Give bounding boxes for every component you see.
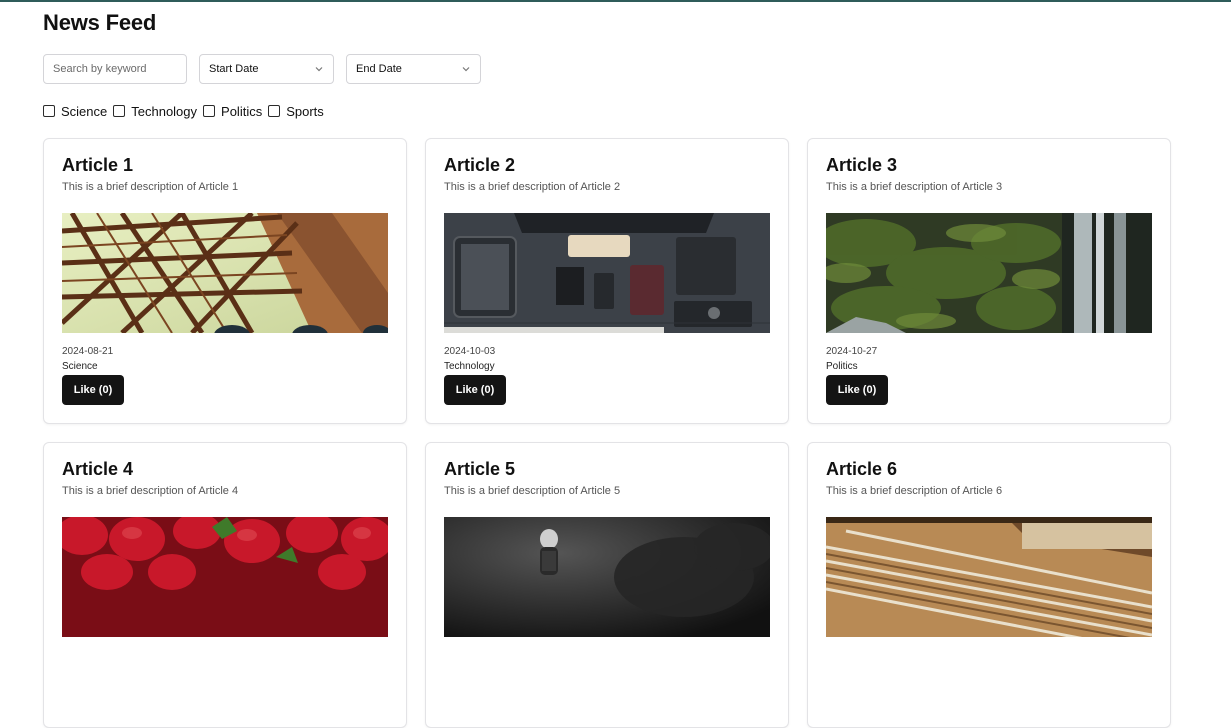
article-image <box>826 517 1152 637</box>
article-image <box>444 213 770 333</box>
science-checkbox[interactable] <box>43 105 55 117</box>
article-title: Article 1 <box>62 155 134 175</box>
article-card[interactable]: Article 5 This is a brief description of… <box>425 442 789 728</box>
article-image <box>826 213 1152 333</box>
article-card[interactable]: Article 2 This is a brief description of… <box>425 138 789 424</box>
technology-checkbox[interactable] <box>113 105 126 117</box>
page-title: News Feed <box>43 10 157 35</box>
filter-label: Technology <box>131 103 198 119</box>
chevron-down-icon <box>461 64 471 74</box>
filter-technology[interactable]: Technology <box>113 104 197 119</box>
article-image <box>62 517 388 637</box>
article-card[interactable]: Article 3 This is a brief description of… <box>807 138 1171 424</box>
filter-sports[interactable]: Sports <box>268 104 324 119</box>
article-image <box>444 517 770 637</box>
article-description: This is a brief description of Article 2 <box>444 181 621 193</box>
article-card[interactable]: Article 4 This is a brief description of… <box>43 442 407 728</box>
article-description: This is a brief description of Article 3 <box>826 181 1003 193</box>
article-category: Politics <box>826 361 858 372</box>
end-date-label: End Date <box>356 63 402 75</box>
article-date: 2024-08-21 <box>62 346 114 357</box>
article-date: 2024-10-03 <box>444 346 496 357</box>
top-accent-bar <box>0 0 1231 2</box>
article-card[interactable]: Article 6 This is a brief description of… <box>807 442 1171 728</box>
filter-label: Sports <box>286 103 324 119</box>
article-title: Article 5 <box>444 459 516 479</box>
chevron-down-icon <box>314 64 324 74</box>
filter-science[interactable]: Science <box>43 104 107 119</box>
like-button[interactable]: Like (0) <box>826 375 888 405</box>
filter-label: Science <box>61 103 108 119</box>
end-date-select[interactable]: End Date <box>346 54 481 84</box>
politics-checkbox[interactable] <box>203 105 216 117</box>
article-description: This is a brief description of Article 4 <box>62 485 239 497</box>
article-title: Article 4 <box>62 459 134 479</box>
article-description: This is a brief description of Article 5 <box>444 485 621 497</box>
article-card[interactable]: Article 1 This is a brief description of… <box>43 138 407 424</box>
start-date-select[interactable]: Start Date <box>199 54 334 84</box>
search-input[interactable] <box>43 54 187 84</box>
article-category: Science <box>62 361 98 372</box>
filter-politics[interactable]: Politics <box>203 104 262 119</box>
article-description: This is a brief description of Article 1 <box>62 181 239 193</box>
article-category: Technology <box>444 361 495 372</box>
article-date: 2024-10-27 <box>826 346 878 357</box>
article-title: Article 2 <box>444 155 516 175</box>
filter-label: Politics <box>221 103 263 119</box>
like-button[interactable]: Like (0) <box>62 375 124 405</box>
article-title: Article 3 <box>826 155 898 175</box>
article-title: Article 6 <box>826 459 898 479</box>
sports-checkbox[interactable] <box>268 105 281 117</box>
category-filters: Science Technology Politics Sports <box>43 103 330 119</box>
start-date-label: Start Date <box>209 63 259 75</box>
article-image <box>62 213 388 333</box>
like-button[interactable]: Like (0) <box>444 375 506 405</box>
article-description: This is a brief description of Article 6 <box>826 485 1003 497</box>
